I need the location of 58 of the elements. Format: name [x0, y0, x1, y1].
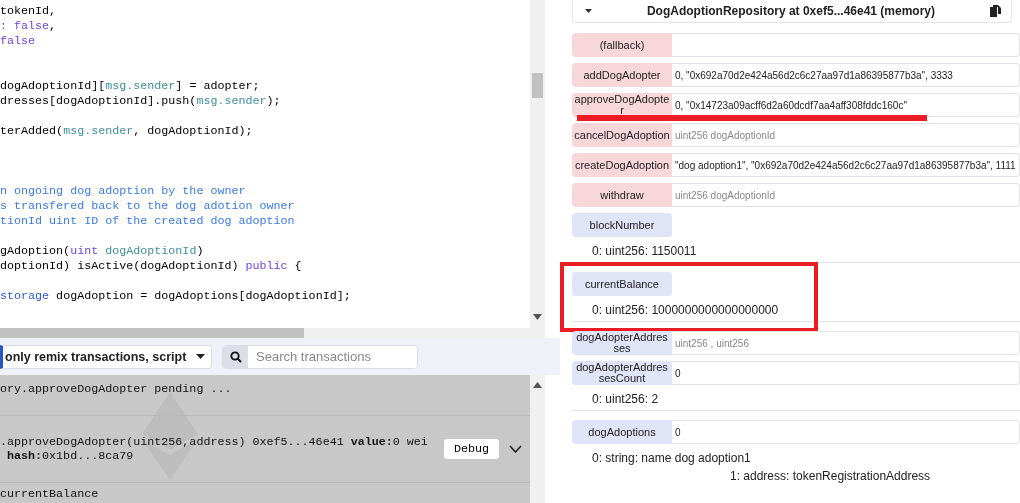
argument-field[interactable]: 0	[672, 361, 1020, 385]
transact-button[interactable]: (fallback)	[572, 33, 672, 57]
code-line: : false,	[0, 19, 58, 34]
code-line: gAdoption(uint dogAdoptionId)	[0, 244, 205, 259]
result-text: 0: string: name dog adoption1	[591, 450, 752, 467]
caret-icon[interactable]	[585, 9, 592, 13]
contract-title: DogAdoptionRepository at 0xef5...46e41 (memory)	[645, 4, 937, 18]
horizontal-scrollbar[interactable]	[0, 328, 530, 338]
call-button[interactable]: dogAdopterAddressesCount	[572, 361, 672, 385]
argument-field[interactable]: "dog adoption1", "0x692a70d2e424a56d2c6c27aa97d1a86395877b3a", 1111	[672, 153, 1020, 177]
transact-button[interactable]: addDogAdopter	[572, 63, 672, 87]
code-line: terAdded(msg.sender, dogAdoptionId);	[0, 124, 254, 139]
log-text: currentBalance	[0, 487, 100, 501]
argument-field[interactable]: 0, "0x14723a09acff6d2a60dcdf7aa4aff308fddc160c"	[672, 93, 1020, 117]
search-icon	[229, 350, 242, 363]
code-line: dogAdoptionId][msg.sender] = adopter;	[0, 79, 261, 94]
filter-label: only remix transactions, script	[5, 349, 187, 364]
code-line: doptionId) isActive(dogAdoptionId) public {	[0, 259, 303, 274]
call-button[interactable]: currentBalance	[572, 272, 672, 296]
vertical-scrollbar[interactable]	[530, 375, 545, 503]
argument-field[interactable]: uint256 dogAdoptionId	[672, 123, 1020, 147]
argument-field[interactable]: uint256 , uint256	[672, 331, 1020, 355]
log-text: hash:0x1bd...8ca79	[6, 449, 135, 463]
result-text: 0: uint256: 1150011	[591, 243, 698, 260]
code-line: n ongoing dog adoption by the owner	[0, 184, 247, 199]
caret-icon	[196, 354, 206, 359]
code-line: tionId uint ID of the created dog adoption	[0, 214, 296, 229]
argument-field[interactable]: 0	[672, 420, 1020, 444]
code-line: tokenId,	[0, 4, 58, 19]
scrollbar-thumb[interactable]	[0, 328, 304, 338]
chevron-down-icon[interactable]	[509, 445, 522, 453]
transact-button[interactable]: cancelDogAdoption	[572, 123, 672, 147]
transact-button[interactable]: createDogAdoption	[572, 153, 672, 177]
code-line: dresses[dogAdoptionId].push(msg.sender);	[0, 94, 282, 109]
scroll-up-icon[interactable]	[533, 382, 542, 388]
call-button[interactable]: blockNumber	[572, 213, 672, 237]
debug-button[interactable]: Debug	[444, 439, 499, 459]
argument-field[interactable]	[672, 33, 1020, 57]
vertical-scrollbar[interactable]	[530, 0, 545, 338]
result-text: 1: address: tokenRegistrationAddress	[729, 468, 932, 485]
argument-field[interactable]: 0, "0x692a70d2e424a56d2c6c27aa97d1a86395877b3a", 3333	[672, 63, 1020, 87]
transact-button[interactable]: withdraw	[572, 183, 672, 207]
call-button[interactable]: dogAdoptions	[572, 420, 672, 444]
filter-dropdown[interactable]: only remix transactions, script	[0, 344, 212, 369]
code-line: s transfered back to the dog adotion owner	[0, 199, 296, 214]
log-text: .approveDogAdopter(uint256,address) 0xef5...46e41 value:0 wei	[0, 435, 429, 449]
copy-icon[interactable]	[990, 5, 1001, 17]
code-line: false	[0, 34, 37, 49]
call-button[interactable]: dogAdopterAddresses	[572, 331, 672, 355]
scroll-down-icon[interactable]	[533, 314, 542, 320]
search-field[interactable]: Search transactions	[222, 344, 418, 369]
transact-button[interactable]: approveDogAdopter	[572, 93, 672, 117]
log-text: ory.approveDogAdopter pending ...	[0, 382, 233, 396]
scrollbar-thumb[interactable]	[532, 73, 543, 98]
result-text: 0: uint256: 1000000000000000000	[591, 302, 780, 319]
argument-field[interactable]: uint256 dogAdoptionId	[672, 183, 1020, 207]
code-line: storage dogAdoption = dogAdoptions[dogAdoptionId];	[0, 289, 352, 304]
result-text: 0: uint256: 2	[591, 391, 660, 408]
